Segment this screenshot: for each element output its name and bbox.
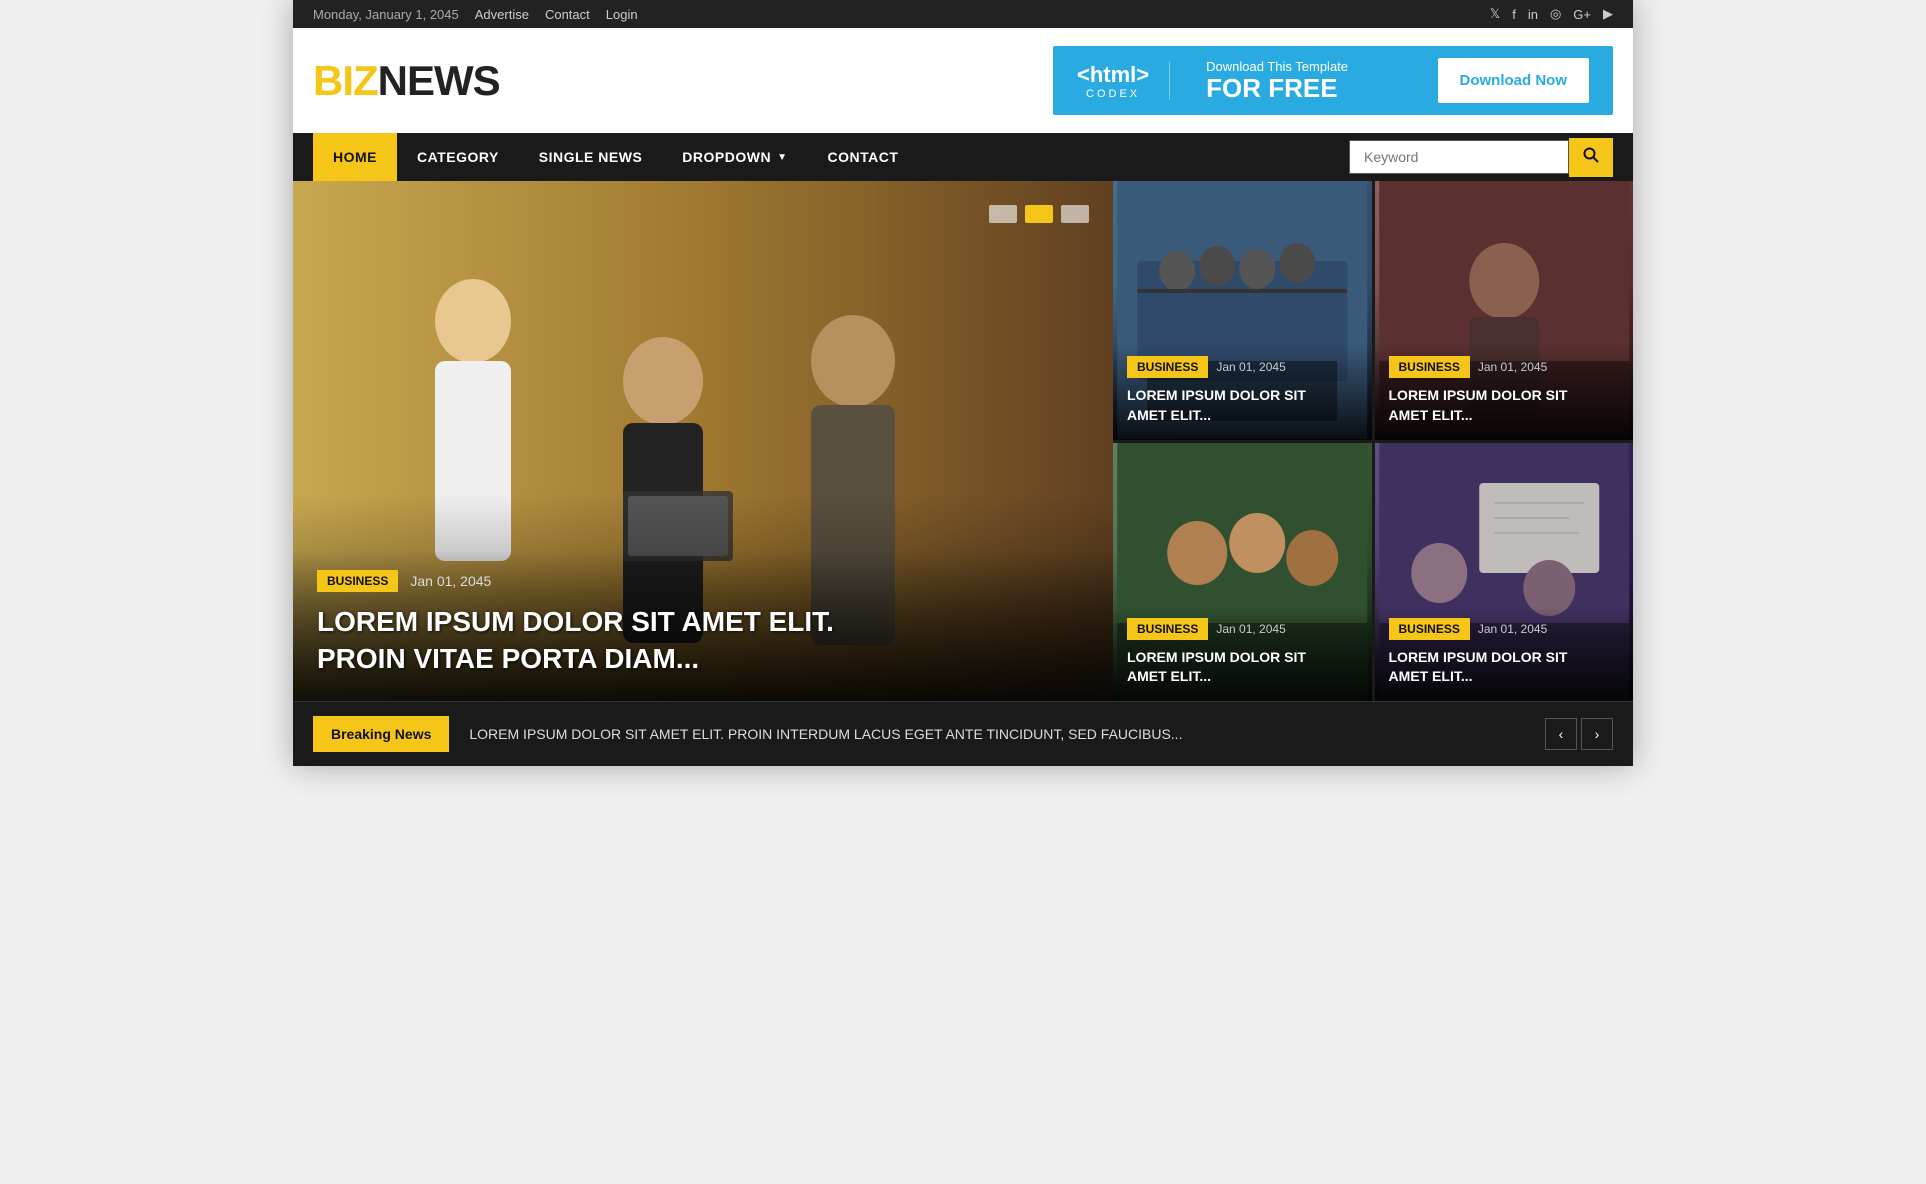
nav-links: HOME CATEGORY SINGLE NEWS DROPDOWN ▼ CON…: [313, 133, 918, 181]
hero-meta: BUSINESS Jan 01, 2045: [317, 570, 1089, 592]
header: BIZNEWS <html> CODEX Download This Templ…: [293, 28, 1633, 133]
nav-search: [1349, 138, 1613, 177]
instagram-icon[interactable]: ◎: [1550, 6, 1561, 22]
side-news-item-4[interactable]: BUSINESS Jan 01, 2045 LOREM IPSUM DOLOR …: [1375, 443, 1634, 702]
nav-item-contact[interactable]: CONTACT: [807, 133, 918, 181]
breaking-news-next-button[interactable]: ›: [1581, 718, 1613, 750]
side-meta-1: BUSINESS Jan 01, 2045: [1127, 356, 1358, 378]
ad-banner[interactable]: <html> CODEX Download This Template FOR …: [1053, 46, 1613, 115]
ad-download-button[interactable]: Download Now: [1438, 58, 1590, 103]
breaking-news-bar: Breaking News LOREM IPSUM DOLOR SIT AMET…: [293, 701, 1633, 766]
top-bar-contact[interactable]: Contact: [545, 7, 590, 22]
top-bar-login[interactable]: Login: [606, 7, 638, 22]
side-news-item-1[interactable]: BUSINESS Jan 01, 2045 LOREM IPSUM DOLOR …: [1113, 181, 1372, 440]
top-bar-advertise[interactable]: Advertise: [475, 7, 529, 22]
side-date-2: Jan 01, 2045: [1478, 360, 1547, 374]
twitter-icon[interactable]: 𝕏: [1490, 6, 1500, 22]
breaking-news-nav: ‹ ›: [1545, 718, 1613, 750]
side-title-1: LOREM IPSUM DOLOR SIT AMET ELIT...: [1127, 386, 1358, 425]
top-bar-date: Monday, January 1, 2045: [313, 7, 459, 22]
side-title-4: LOREM IPSUM DOLOR SIT AMET ELIT...: [1389, 648, 1620, 687]
search-button[interactable]: [1569, 138, 1613, 177]
side-title-2: LOREM IPSUM DOLOR SIT AMET ELIT...: [1389, 386, 1620, 425]
top-bar: Monday, January 1, 2045 Advertise Contac…: [293, 0, 1633, 28]
side-category-4[interactable]: BUSINESS: [1389, 618, 1470, 640]
logo-yellow: BIZ: [313, 57, 378, 104]
search-input[interactable]: [1349, 140, 1569, 174]
ad-html-tag: <html>: [1077, 62, 1149, 88]
breaking-news-text: LOREM IPSUM DOLOR SIT AMET ELIT. PROIN I…: [449, 726, 1545, 742]
slide-dot-2[interactable]: [1025, 205, 1053, 223]
side-news-grid: BUSINESS Jan 01, 2045 LOREM IPSUM DOLOR …: [1113, 181, 1633, 701]
side-meta-3: BUSINESS Jan 01, 2045: [1127, 618, 1358, 640]
side-meta-2: BUSINESS Jan 01, 2045: [1389, 356, 1620, 378]
nav-item-home[interactable]: HOME: [313, 133, 397, 181]
ad-small-text: Download This Template: [1206, 59, 1401, 74]
linkedin-icon[interactable]: in: [1528, 7, 1538, 22]
side-meta-4: BUSINESS Jan 01, 2045: [1389, 618, 1620, 640]
slide-dot-3[interactable]: [1061, 205, 1089, 223]
breaking-news-prev-button[interactable]: ‹: [1545, 718, 1577, 750]
top-bar-right: 𝕏 f in ◎ G+ ▶: [1490, 6, 1613, 22]
slide-dot-1[interactable]: [989, 205, 1017, 223]
slider-dots: [989, 205, 1089, 223]
facebook-icon[interactable]: f: [1512, 7, 1516, 22]
side-date-4: Jan 01, 2045: [1478, 622, 1547, 636]
hero-overlay: BUSINESS Jan 01, 2045 LOREM IPSUM DOLOR …: [293, 550, 1113, 701]
youtube-icon[interactable]: ▶: [1603, 6, 1613, 22]
side-date-3: Jan 01, 2045: [1216, 622, 1285, 636]
nav-item-single-news[interactable]: SINGLE NEWS: [519, 133, 663, 181]
ad-big-text: FOR FREE: [1206, 74, 1401, 103]
main-content: BUSINESS Jan 01, 2045 LOREM IPSUM DOLOR …: [293, 181, 1633, 701]
top-bar-left: Monday, January 1, 2045 Advertise Contac…: [313, 7, 638, 22]
side-news-item-3[interactable]: BUSINESS Jan 01, 2045 LOREM IPSUM DOLOR …: [1113, 443, 1372, 702]
side-item-overlay-2: BUSINESS Jan 01, 2045 LOREM IPSUM DOLOR …: [1375, 344, 1634, 439]
hero-title: LOREM IPSUM DOLOR SIT AMET ELIT. PROIN V…: [317, 604, 1089, 677]
side-news-item-2[interactable]: BUSINESS Jan 01, 2045 LOREM IPSUM DOLOR …: [1375, 181, 1634, 440]
nav-item-category[interactable]: CATEGORY: [397, 133, 519, 181]
side-title-3: LOREM IPSUM DOLOR SIT AMET ELIT...: [1127, 648, 1358, 687]
breaking-news-label: Breaking News: [313, 716, 449, 752]
side-item-overlay-1: BUSINESS Jan 01, 2045 LOREM IPSUM DOLOR …: [1113, 344, 1372, 439]
hero-date: Jan 01, 2045: [410, 573, 491, 589]
ad-codex: CODEX: [1086, 88, 1140, 100]
side-category-3[interactable]: BUSINESS: [1127, 618, 1208, 640]
side-item-overlay-4: BUSINESS Jan 01, 2045 LOREM IPSUM DOLOR …: [1375, 606, 1634, 701]
logo[interactable]: BIZNEWS: [313, 60, 500, 102]
logo-dark: NEWS: [378, 57, 500, 104]
dropdown-arrow-icon: ▼: [777, 152, 787, 163]
nav-item-dropdown[interactable]: DROPDOWN ▼: [662, 133, 807, 181]
side-item-overlay-3: BUSINESS Jan 01, 2045 LOREM IPSUM DOLOR …: [1113, 606, 1372, 701]
side-category-2[interactable]: BUSINESS: [1389, 356, 1470, 378]
googleplus-icon[interactable]: G+: [1573, 7, 1591, 22]
ad-html-codex: <html> CODEX: [1077, 62, 1170, 100]
side-date-1: Jan 01, 2045: [1216, 360, 1285, 374]
side-category-1[interactable]: BUSINESS: [1127, 356, 1208, 378]
hero-section[interactable]: BUSINESS Jan 01, 2045 LOREM IPSUM DOLOR …: [293, 181, 1113, 701]
nav: HOME CATEGORY SINGLE NEWS DROPDOWN ▼ CON…: [293, 133, 1633, 181]
ad-text: Download This Template FOR FREE: [1190, 59, 1417, 103]
search-icon: [1583, 147, 1599, 163]
hero-category-badge[interactable]: BUSINESS: [317, 570, 398, 592]
